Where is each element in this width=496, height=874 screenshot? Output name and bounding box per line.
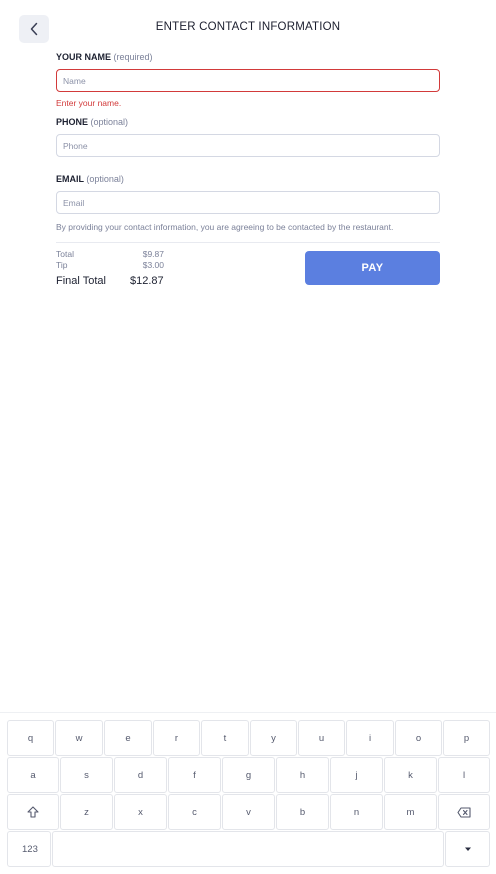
email-optional-hint: (optional)	[86, 174, 124, 184]
key-d[interactable]: d	[114, 757, 167, 793]
name-required-hint: (required)	[113, 52, 153, 62]
name-label: YOUR NAME (required)	[56, 52, 153, 62]
shift-icon	[27, 806, 39, 818]
contact-form: YOUR NAME (required) Enter your name. PH…	[56, 51, 440, 243]
key-t[interactable]: t	[201, 720, 249, 756]
on-screen-keyboard: q w e r t y u i o p a s d f g h j k l z …	[0, 712, 496, 874]
section-divider	[56, 242, 440, 243]
key-j[interactable]: j	[330, 757, 383, 793]
key-h[interactable]: h	[276, 757, 329, 793]
key-s[interactable]: s	[60, 757, 113, 793]
page-title: ENTER CONTACT INFORMATION	[155, 21, 341, 33]
total-row: Total $9.87	[56, 249, 206, 260]
final-total-value: $12.87	[130, 275, 164, 287]
key-v[interactable]: v	[222, 794, 275, 830]
key-r[interactable]: r	[153, 720, 200, 756]
key-k[interactable]: k	[384, 757, 437, 793]
numbers-key[interactable]: 123	[7, 831, 51, 867]
key-z[interactable]: z	[60, 794, 113, 830]
key-f[interactable]: f	[168, 757, 221, 793]
email-input[interactable]	[56, 191, 440, 214]
tip-row: Tip $3.00	[56, 260, 206, 271]
final-total-row: Final Total $12.87	[56, 271, 206, 289]
total-label: Total	[56, 249, 74, 259]
key-b[interactable]: b	[276, 794, 329, 830]
key-w[interactable]: w	[55, 720, 103, 756]
key-i[interactable]: i	[346, 720, 394, 756]
key-u[interactable]: u	[298, 720, 345, 756]
order-totals: Total $9.87 Tip $3.00 Final Total $12.87	[56, 249, 206, 289]
final-total-label: Final Total	[56, 275, 106, 287]
key-m[interactable]: m	[384, 794, 437, 830]
backspace-icon	[457, 806, 471, 818]
key-q[interactable]: q	[7, 720, 54, 756]
key-p[interactable]: p	[443, 720, 490, 756]
name-error-message: Enter your name.	[56, 98, 122, 108]
phone-input[interactable]	[56, 134, 440, 157]
space-key[interactable]	[52, 831, 444, 867]
tip-value: $3.00	[142, 260, 164, 270]
shift-key[interactable]	[7, 794, 59, 830]
backspace-key[interactable]	[438, 794, 490, 830]
name-input[interactable]	[56, 69, 440, 92]
collapse-keyboard-key[interactable]	[445, 831, 490, 867]
key-e[interactable]: e	[104, 720, 152, 756]
caret-down-icon	[464, 847, 471, 851]
key-n[interactable]: n	[330, 794, 383, 830]
key-x[interactable]: x	[114, 794, 167, 830]
contact-disclaimer: By providing your contact information, y…	[56, 222, 394, 232]
key-c[interactable]: c	[168, 794, 221, 830]
total-value: $9.87	[142, 249, 164, 259]
key-a[interactable]: a	[7, 757, 59, 793]
key-y[interactable]: y	[250, 720, 297, 756]
email-label: EMAIL (optional)	[56, 174, 124, 184]
pay-button[interactable]: PAY	[305, 251, 440, 285]
tip-label: Tip	[56, 260, 68, 270]
phone-optional-hint: (optional)	[90, 117, 129, 127]
key-g[interactable]: g	[222, 757, 275, 793]
phone-label: PHONE (optional)	[56, 117, 129, 127]
key-o[interactable]: o	[395, 720, 442, 756]
key-l[interactable]: l	[438, 757, 490, 793]
